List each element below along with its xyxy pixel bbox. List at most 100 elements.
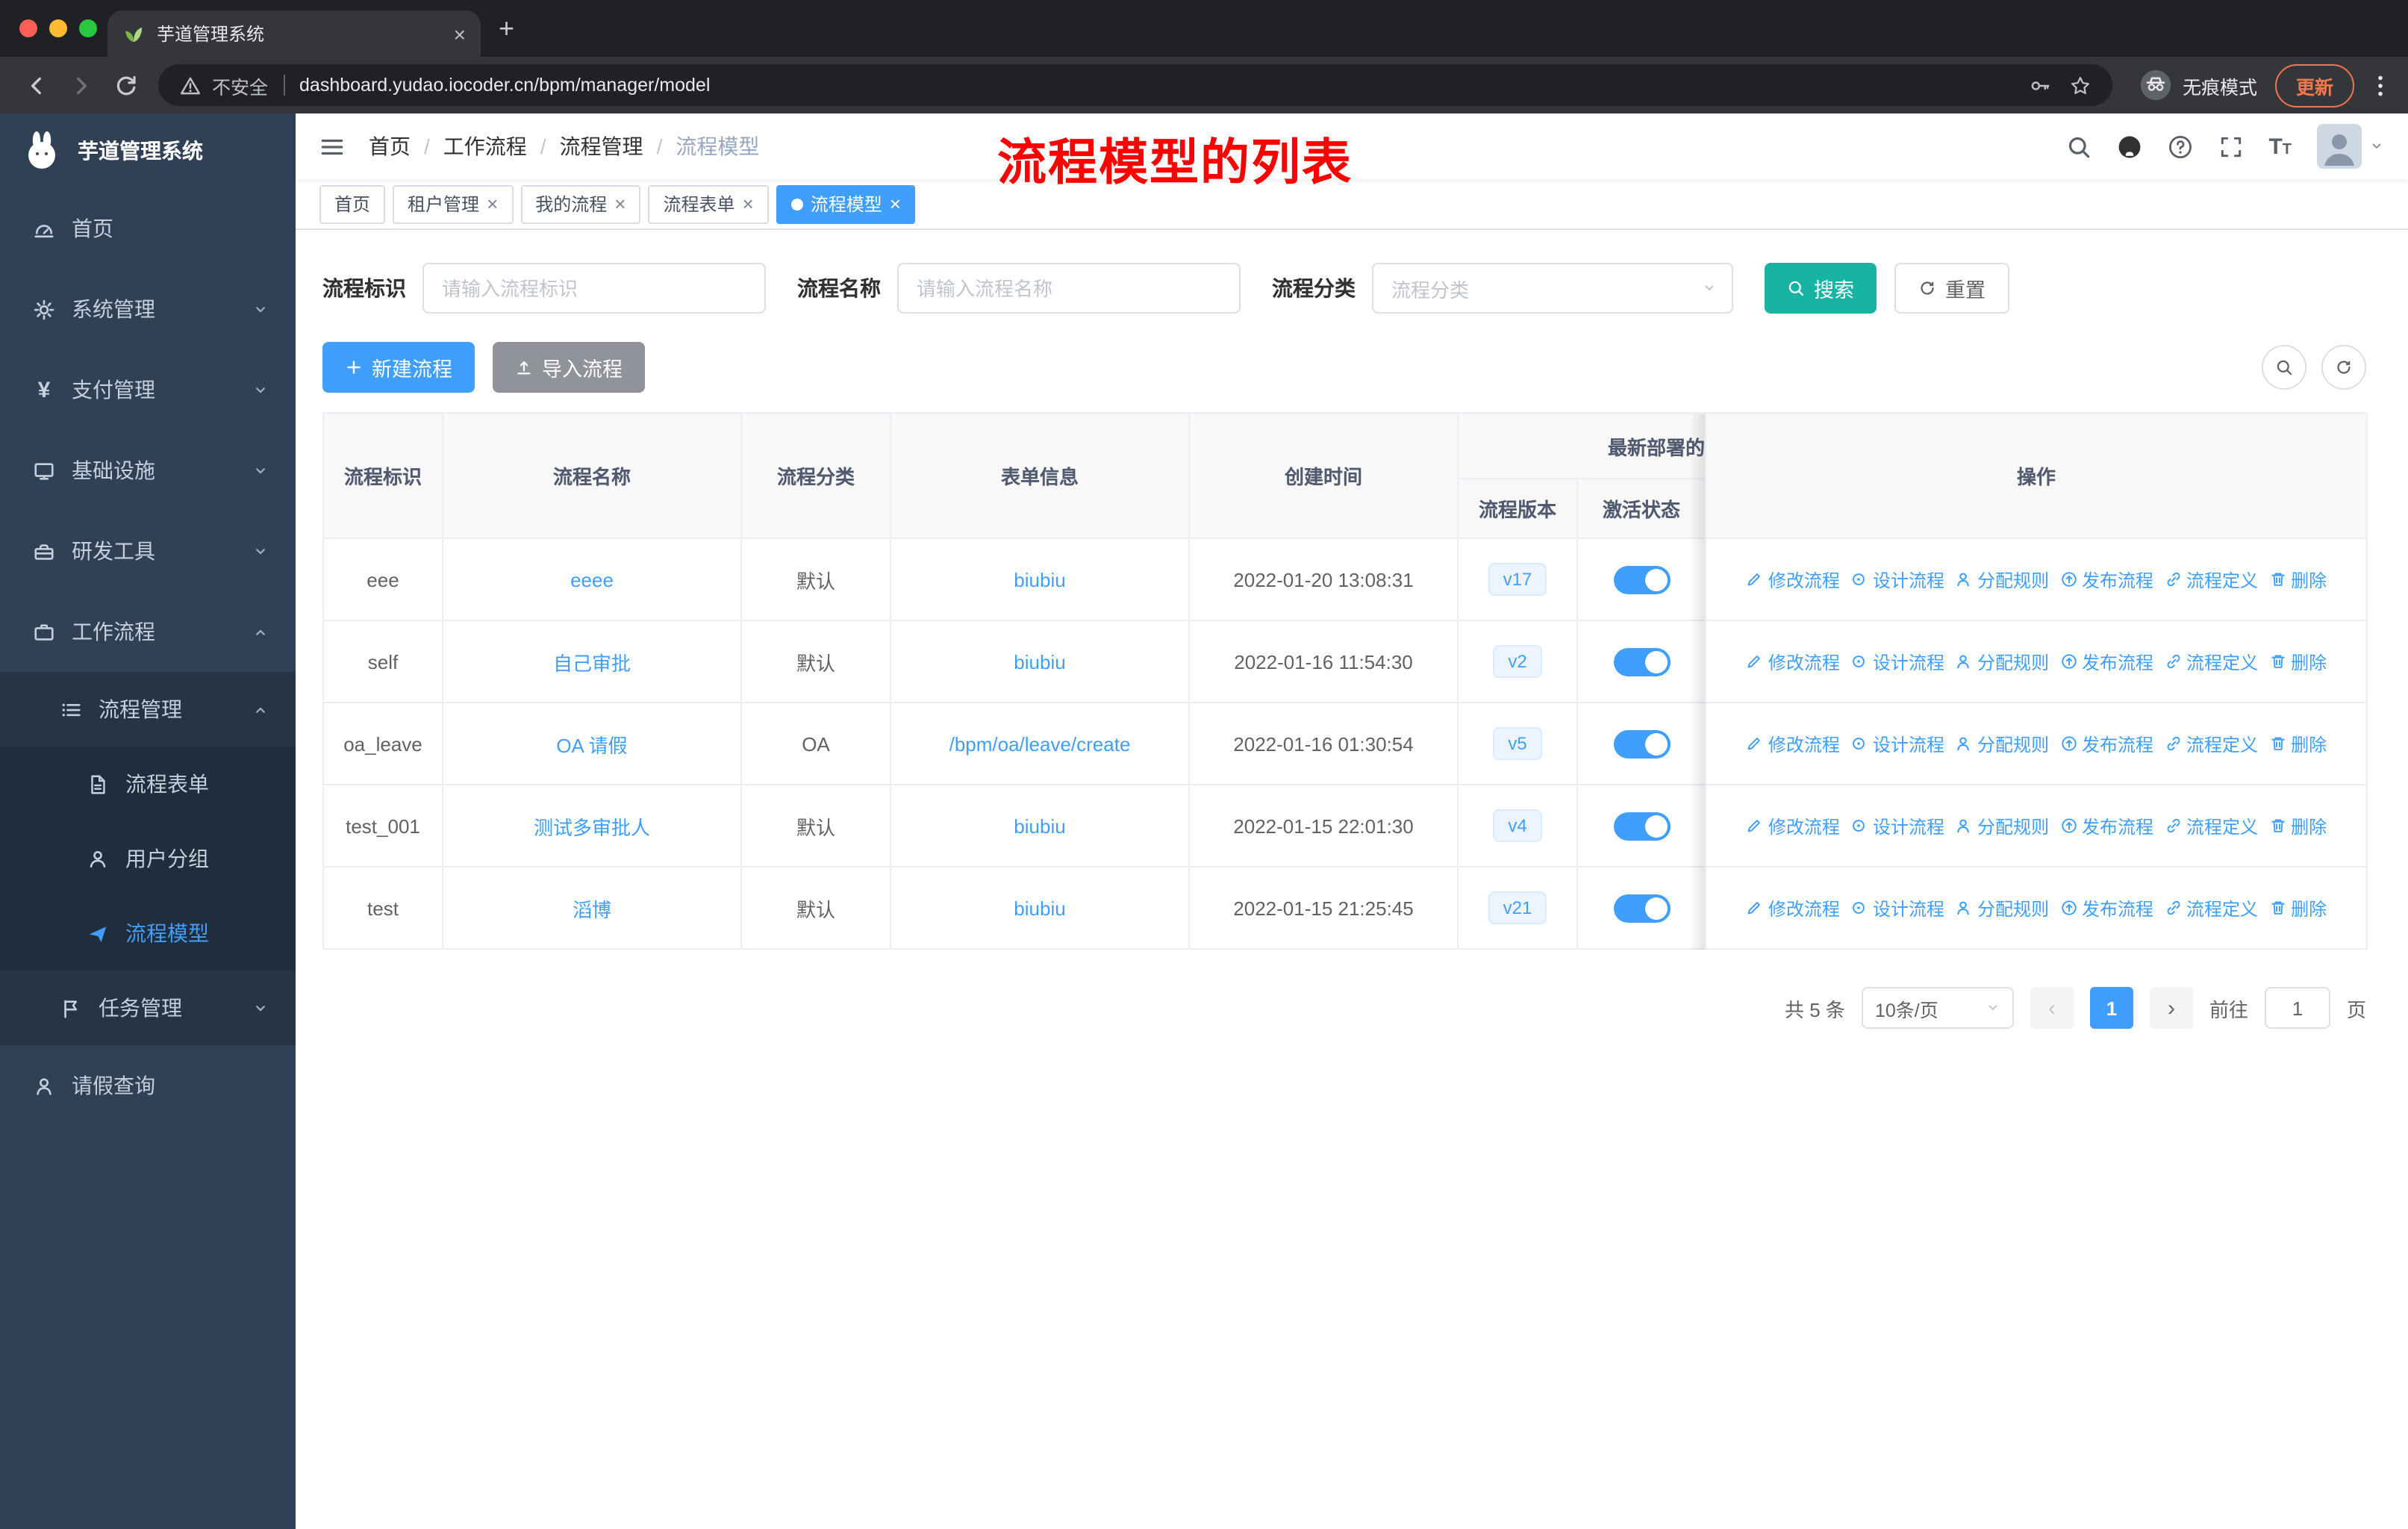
tab-close-icon[interactable]: × bbox=[454, 23, 466, 44]
process-name-link[interactable]: 滔博 bbox=[573, 894, 611, 922]
action-design-process[interactable]: 设计流程 bbox=[1850, 895, 1944, 921]
window-zoom-button[interactable] bbox=[79, 19, 97, 37]
sidebar-item-payment[interactable]: ¥ 支付管理 bbox=[0, 349, 296, 430]
browser-update-button[interactable]: 更新 bbox=[2274, 63, 2354, 107]
reset-button[interactable]: 重置 bbox=[1894, 263, 2009, 314]
active-toggle[interactable] bbox=[1613, 894, 1670, 922]
form-info-link[interactable]: biubiu bbox=[1014, 815, 1065, 837]
action-assign-rule[interactable]: 分配规则 bbox=[1955, 649, 2049, 674]
import-process-button[interactable]: 导入流程 bbox=[493, 342, 645, 393]
tag-process-form[interactable]: 流程表单 × bbox=[648, 184, 769, 223]
sidebar-item-task-management[interactable]: 任务管理 bbox=[0, 971, 296, 1045]
close-icon[interactable]: × bbox=[614, 194, 626, 214]
sidebar-item-devtools[interactable]: 研发工具 bbox=[0, 511, 296, 591]
process-name-link[interactable]: 测试多审批人 bbox=[534, 812, 650, 840]
browser-menu-icon[interactable] bbox=[2366, 72, 2393, 98]
action-publish-process[interactable]: 发布流程 bbox=[2059, 567, 2153, 592]
help-icon[interactable] bbox=[2167, 134, 2192, 159]
form-info-link[interactable]: biubiu bbox=[1014, 568, 1065, 591]
action-publish-process[interactable]: 发布流程 bbox=[2059, 731, 2153, 756]
toggle-search-button[interactable] bbox=[2262, 345, 2306, 390]
action-publish-process[interactable]: 发布流程 bbox=[2059, 649, 2153, 674]
action-process-definition[interactable]: 流程定义 bbox=[2164, 567, 2258, 592]
sidebar-item-system[interactable]: 系统管理 bbox=[0, 269, 296, 349]
active-toggle[interactable] bbox=[1613, 729, 1670, 758]
bookmark-star-icon[interactable] bbox=[2069, 74, 2092, 96]
page-size-select[interactable]: 10条/页 bbox=[1861, 987, 2014, 1029]
window-close-button[interactable] bbox=[19, 19, 37, 37]
fullscreen-icon[interactable] bbox=[2218, 134, 2243, 159]
page-number-button[interactable]: 1 bbox=[2089, 987, 2133, 1029]
sidebar-item-workflow[interactable]: 工作流程 bbox=[0, 591, 296, 672]
forward-icon[interactable] bbox=[60, 64, 102, 106]
action-design-process[interactable]: 设计流程 bbox=[1850, 649, 1944, 674]
breadcrumb-process-management[interactable]: 流程管理 bbox=[560, 131, 643, 161]
reload-icon[interactable] bbox=[105, 64, 146, 106]
sidebar-item-process-management[interactable]: 流程管理 bbox=[0, 672, 296, 747]
search-icon[interactable] bbox=[2065, 134, 2091, 159]
active-toggle[interactable] bbox=[1613, 812, 1670, 840]
form-info-link[interactable]: biubiu bbox=[1014, 650, 1065, 673]
sidebar-item-leave-query[interactable]: 请假查询 bbox=[0, 1045, 296, 1126]
goto-page-input[interactable] bbox=[2264, 987, 2330, 1029]
action-process-definition[interactable]: 流程定义 bbox=[2164, 813, 2258, 838]
user-menu[interactable] bbox=[2317, 124, 2384, 169]
action-delete[interactable]: 删除 bbox=[2268, 813, 2327, 838]
hamburger-icon[interactable] bbox=[319, 134, 345, 159]
tag-my-process[interactable]: 我的流程 × bbox=[520, 184, 641, 223]
action-assign-rule[interactable]: 分配规则 bbox=[1955, 731, 2049, 756]
action-delete[interactable]: 删除 bbox=[2268, 649, 2327, 674]
action-delete[interactable]: 删除 bbox=[2268, 731, 2327, 756]
action-edit-process[interactable]: 修改流程 bbox=[1746, 567, 1840, 592]
action-edit-process[interactable]: 修改流程 bbox=[1746, 649, 1840, 674]
sidebar-item-user-group[interactable]: 用户分组 bbox=[0, 821, 296, 896]
action-publish-process[interactable]: 发布流程 bbox=[2059, 813, 2153, 838]
tag-process-model[interactable]: 流程模型 × bbox=[776, 184, 916, 223]
action-process-definition[interactable]: 流程定义 bbox=[2164, 649, 2258, 674]
action-publish-process[interactable]: 发布流程 bbox=[2059, 895, 2153, 921]
sidebar-item-process-model[interactable]: 流程模型 bbox=[0, 896, 296, 971]
action-edit-process[interactable]: 修改流程 bbox=[1746, 813, 1840, 838]
action-assign-rule[interactable]: 分配规则 bbox=[1955, 567, 2049, 592]
process-name-link[interactable]: eeee bbox=[570, 568, 614, 591]
window-minimize-button[interactable] bbox=[49, 19, 67, 37]
close-icon[interactable]: × bbox=[487, 194, 498, 214]
action-delete[interactable]: 删除 bbox=[2268, 895, 2327, 921]
sidebar-item-process-form[interactable]: 流程表单 bbox=[0, 747, 296, 821]
close-icon[interactable]: × bbox=[890, 194, 901, 214]
close-icon[interactable]: × bbox=[743, 194, 754, 214]
action-design-process[interactable]: 设计流程 bbox=[1850, 731, 1944, 756]
process-key-input[interactable] bbox=[422, 263, 766, 314]
action-process-definition[interactable]: 流程定义 bbox=[2164, 895, 2258, 921]
url-bar[interactable]: 不安全 dashboard.yudao.iocoder.cn/bpm/manag… bbox=[158, 64, 2112, 106]
action-assign-rule[interactable]: 分配规则 bbox=[1955, 813, 2049, 838]
action-process-definition[interactable]: 流程定义 bbox=[2164, 731, 2258, 756]
font-size-icon[interactable]: TT bbox=[2268, 135, 2292, 158]
action-edit-process[interactable]: 修改流程 bbox=[1746, 731, 1840, 756]
refresh-table-button[interactable] bbox=[2321, 345, 2366, 390]
github-icon[interactable] bbox=[2116, 134, 2142, 159]
process-name-link[interactable]: 自己审批 bbox=[553, 647, 631, 676]
breadcrumb-home[interactable]: 首页 bbox=[369, 131, 411, 161]
form-info-link[interactable]: /bpm/oa/leave/create bbox=[949, 732, 1131, 755]
form-info-link[interactable]: biubiu bbox=[1014, 897, 1065, 919]
key-icon[interactable] bbox=[2029, 74, 2051, 96]
sidebar-item-infrastructure[interactable]: 基础设施 bbox=[0, 430, 296, 511]
browser-tab[interactable]: 芋道管理系统 × bbox=[107, 10, 481, 57]
sidebar-item-home[interactable]: 首页 bbox=[0, 188, 296, 269]
action-design-process[interactable]: 设计流程 bbox=[1850, 813, 1944, 838]
active-toggle[interactable] bbox=[1613, 647, 1670, 676]
breadcrumb-workflow[interactable]: 工作流程 bbox=[443, 131, 527, 161]
action-delete[interactable]: 删除 bbox=[2268, 567, 2327, 592]
search-button[interactable]: 搜索 bbox=[1765, 263, 1877, 314]
process-name-link[interactable]: OA 请假 bbox=[556, 729, 627, 758]
incognito-badge[interactable]: 无痕模式 bbox=[2139, 69, 2257, 102]
new-tab-button[interactable]: + bbox=[499, 15, 514, 42]
next-page-button[interactable]: › bbox=[2149, 987, 2193, 1029]
process-category-select[interactable]: 流程分类 bbox=[1372, 263, 1733, 314]
action-assign-rule[interactable]: 分配规则 bbox=[1955, 895, 2049, 921]
action-design-process[interactable]: 设计流程 bbox=[1850, 567, 1944, 592]
tag-tenant-management[interactable]: 租户管理 × bbox=[393, 184, 514, 223]
active-toggle[interactable] bbox=[1613, 565, 1670, 594]
action-edit-process[interactable]: 修改流程 bbox=[1746, 895, 1840, 921]
